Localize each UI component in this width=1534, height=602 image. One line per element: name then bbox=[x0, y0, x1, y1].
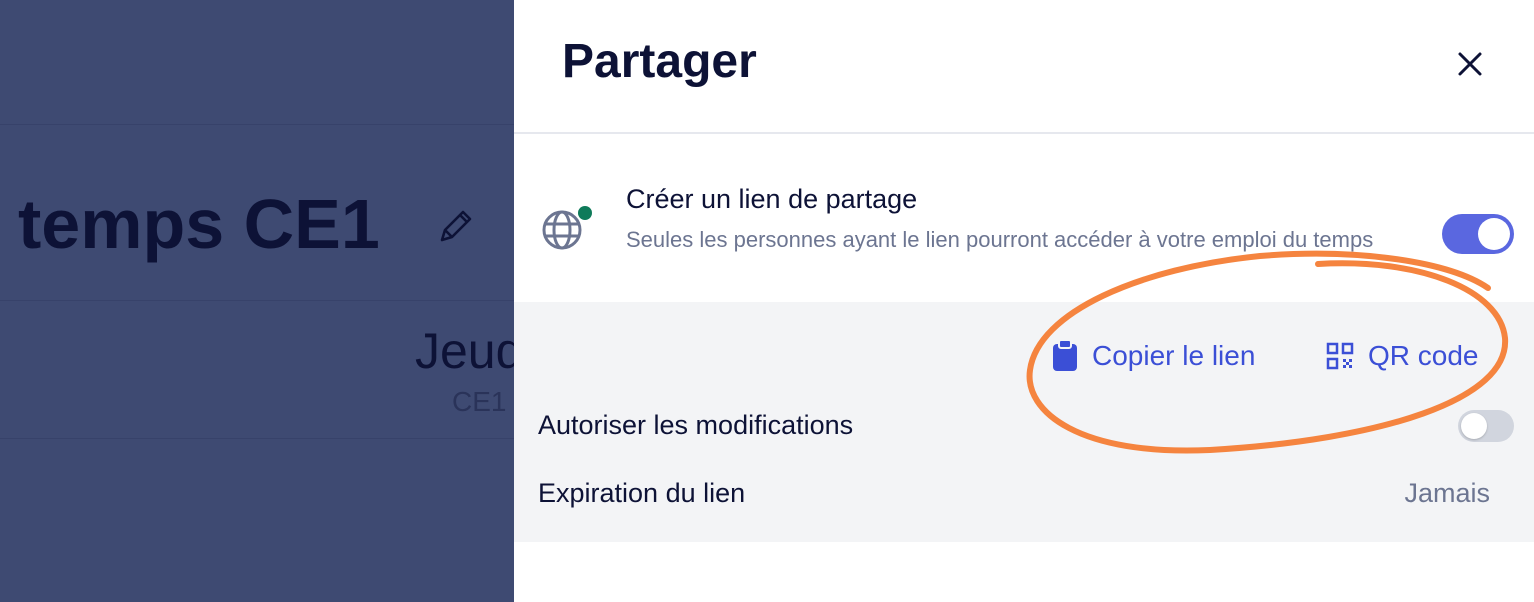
class-label: CE1 bbox=[452, 386, 507, 417]
clipboard-icon bbox=[1053, 340, 1077, 371]
page-title: temps CE1 bbox=[18, 185, 380, 263]
expiration-value[interactable]: Jamais bbox=[1404, 478, 1490, 509]
divider bbox=[0, 438, 514, 439]
day-heading: Jeud bbox=[415, 323, 514, 379]
allow-edits-toggle[interactable] bbox=[1458, 410, 1514, 442]
toggle-knob bbox=[1461, 413, 1487, 439]
background-page: temps CE1 Jeud CE1 bbox=[0, 0, 514, 602]
copy-link-button[interactable]: Copier le lien bbox=[1052, 336, 1255, 376]
qr-code-icon bbox=[1326, 342, 1354, 370]
status-dot bbox=[578, 206, 592, 220]
share-panel: Partager Créer un lien de partage Seules… bbox=[514, 0, 1534, 602]
qr-code-button[interactable]: QR code bbox=[1326, 336, 1479, 376]
expiration-label: Expiration du lien bbox=[538, 478, 746, 508]
divider bbox=[0, 300, 514, 301]
divider bbox=[0, 124, 514, 125]
share-link-row: Créer un lien de partage Seules les pers… bbox=[514, 134, 1534, 302]
allow-edits-label: Autoriser les modifications bbox=[538, 410, 854, 440]
qr-code-label: QR code bbox=[1368, 340, 1479, 371]
share-link-title: Créer un lien de partage bbox=[626, 184, 918, 214]
copy-link-label: Copier le lien bbox=[1092, 340, 1256, 371]
panel-header: Partager bbox=[514, 0, 1534, 134]
share-link-toggle[interactable] bbox=[1442, 214, 1514, 254]
panel-title: Partager bbox=[562, 35, 757, 88]
toggle-knob bbox=[1478, 218, 1510, 250]
pencil-icon bbox=[440, 210, 472, 242]
share-link-description: Seules les personnes ayant le lien pourr… bbox=[626, 227, 1374, 252]
close-icon[interactable] bbox=[1450, 44, 1490, 84]
share-options: Copier le lien QR code Autoriser les mod… bbox=[514, 302, 1534, 542]
